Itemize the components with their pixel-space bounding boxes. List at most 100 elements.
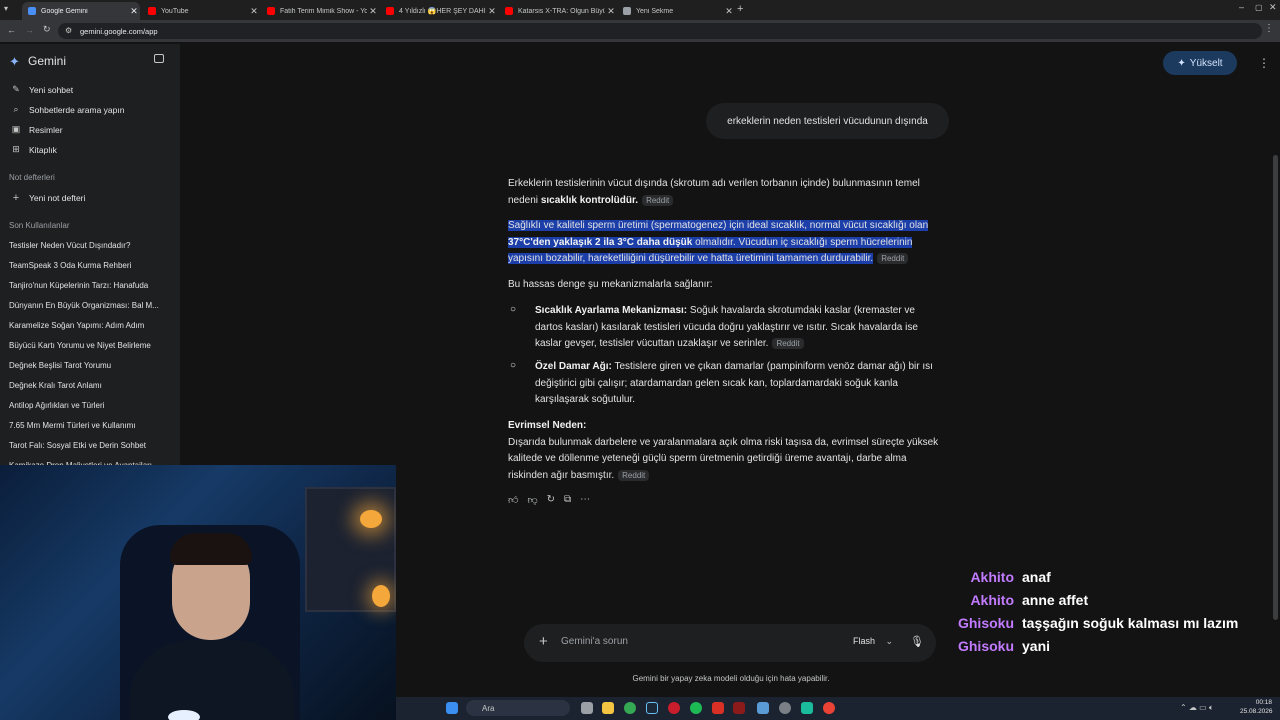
sidebar-item-library[interactable]: ⊞ Kitaplık <box>9 144 57 155</box>
tray-icons[interactable]: ⌃ ☁ ▭ 🔈︎ <box>1180 703 1214 713</box>
recent-chat-item[interactable]: Büyücü Kartı Yorumu ve Niyet Belirleme <box>9 341 174 350</box>
tab-close-icon[interactable]: ✕ <box>723 6 735 17</box>
recent-chat-item[interactable]: Değnek Beşlisi Tarot Yorumu <box>9 361 174 370</box>
prompt-input-bar[interactable]: + Gemini'a sorun Flash ⌄ 🎙︎ <box>524 624 936 662</box>
chat-username: Ghisoku <box>957 638 1014 654</box>
tab-menu-icon[interactable]: ▾ <box>4 4 14 14</box>
prompt-input[interactable]: Gemini'a sorun <box>561 636 628 647</box>
address-bar[interactable]: ⚙ gemini.google.com/app <box>58 23 1262 39</box>
microphone-icon[interactable]: 🎙︎ <box>910 635 924 648</box>
image-icon: ▣ <box>11 124 21 134</box>
close-window-icon[interactable]: ✕ <box>1269 2 1277 13</box>
new-notebook-label: Yeni not defteri <box>29 193 86 203</box>
tab-close-icon[interactable]: ✕ <box>605 6 617 17</box>
opera-icon[interactable] <box>668 702 680 714</box>
app-icon-active[interactable] <box>733 702 745 714</box>
source-chip[interactable]: Reddit <box>877 253 909 264</box>
browser-tab[interactable]: Google Gemini ✕ <box>22 2 140 20</box>
recent-chat-item[interactable]: Değnek Kralı Tarot Anlamı <box>9 381 174 390</box>
settings-icon[interactable] <box>779 702 791 714</box>
spotify-icon[interactable] <box>690 702 702 714</box>
file-explorer-icon[interactable] <box>602 702 614 714</box>
model-label: Flash <box>853 636 876 646</box>
start-icon[interactable] <box>446 702 458 714</box>
forward-icon[interactable]: → <box>25 25 34 35</box>
library-icon: ⊞ <box>12 144 20 154</box>
chrome-icon[interactable] <box>823 702 835 714</box>
recent-chat-item[interactable]: TeamSpeak 3 Oda Kurma Rehberi <box>9 261 174 270</box>
minimize-icon[interactable]: – <box>1239 2 1244 12</box>
model-selector[interactable]: Flash ⌄ <box>853 636 893 647</box>
site-info-icon[interactable]: ⚙ <box>65 26 72 35</box>
recent-chat-item[interactable]: Testisler Neden Vücut Dışındadır? <box>9 241 174 250</box>
thumbs-up-icon[interactable]: 👍︎ <box>508 494 518 506</box>
tab-close-icon[interactable]: ✕ <box>128 6 140 17</box>
person-hair <box>170 533 252 565</box>
app-icon[interactable] <box>757 702 769 714</box>
browser-tab[interactable]: Katarsis X-TRA: Olgun Büyük T✕ <box>499 2 617 20</box>
clock-time[interactable]: 00:18 <box>1250 699 1272 706</box>
copy-icon[interactable]: ⧉ <box>564 494 571 506</box>
thumbs-down-icon[interactable]: 👎︎ <box>527 494 537 506</box>
scrollbar[interactable] <box>1273 155 1278 620</box>
more-options-icon[interactable]: ⋮ <box>1258 56 1270 70</box>
recent-chat-item[interactable]: Tanjiro'nun Küpelerinin Tarzı: Hanafuda <box>9 281 174 290</box>
more-icon[interactable]: ⋯ <box>580 494 590 506</box>
recent-chat-item[interactable]: 7.65 Mm Mermi Türleri ve Kullanımı <box>9 421 174 430</box>
recent-chat-item[interactable]: Dünyanın En Büyük Organizması: Bal M... <box>9 301 174 310</box>
sidebar-item-images[interactable]: ▣ Resimler <box>9 124 63 135</box>
gemini-logo-icon: ✦ <box>9 54 20 69</box>
app-name: Gemini <box>28 54 67 68</box>
intro-bold: sıcaklık kontrolüdür. <box>540 194 639 206</box>
add-icon[interactable]: + <box>539 633 548 650</box>
recent-chat-item[interactable]: Antilop Ağırlıkları ve Türleri <box>9 401 174 410</box>
selected-line-2: olmalıdır. Vücudun iç sıcaklığı sperm hü… <box>692 236 913 248</box>
sidebar-item-new-chat[interactable]: ✎ Yeni sohbet <box>9 84 73 95</box>
plus-icon: + <box>12 192 20 204</box>
maximize-icon[interactable]: ▢ <box>1255 3 1263 12</box>
browser-tab[interactable]: Fatih Terim Mimik Show - YouTu✕ <box>261 2 379 20</box>
source-chip[interactable]: Reddit <box>618 469 650 481</box>
browser-tab[interactable]: Yeni Sekme ✕ <box>617 2 735 20</box>
sidebar-item-search[interactable]: ⌕ Sohbetlerde arama yapın <box>9 104 124 115</box>
chrome-icon[interactable] <box>624 702 636 714</box>
tab-favicon-icon <box>148 7 156 15</box>
recent-chat-item[interactable]: Karamelize Soğan Yapımı: Adım Adım <box>9 321 174 330</box>
tab-close-icon[interactable]: ✕ <box>248 6 260 17</box>
edit-icon: ✎ <box>12 84 20 94</box>
browser-tab[interactable]: YouTube ✕ <box>142 2 260 20</box>
browser-menu-icon[interactable]: ⋮ <box>1264 23 1274 34</box>
chat-message: Ghisoku taşşağın soğuk kalması mı lazım <box>944 615 1238 631</box>
app-icon[interactable] <box>801 702 813 714</box>
tab-strip: ▾ Google Gemini ✕ YouTube ✕ Fatih Terim Mimi… <box>0 0 1280 20</box>
person-body <box>130 640 295 720</box>
taskbar-search[interactable]: Ara <box>466 700 570 716</box>
notebooks-heading: Not defterleri <box>9 173 55 182</box>
clock-date[interactable]: 25.08.2026 <box>1240 708 1273 715</box>
new-notebook-button[interactable]: + Yeni not defteri <box>9 192 86 204</box>
steam-icon[interactable] <box>646 702 658 714</box>
chat-text: anne affet <box>1022 592 1089 608</box>
bullet-line: kaslar gevşer, testisler vücuttan uzakla… <box>535 338 769 349</box>
chat-text: yani <box>1022 638 1051 654</box>
upgrade-button[interactable]: ✦ Yükselt <box>1163 51 1237 75</box>
source-chip[interactable]: Reddit <box>772 338 804 349</box>
chevron-down-icon: ⌄ <box>885 636 894 646</box>
app-icon[interactable] <box>712 702 724 714</box>
browser-tab[interactable]: 4 Yıldızlı 😱HER ŞEY DAHİL TAT✕ <box>380 2 498 20</box>
chat-username: Ghisoku <box>957 615 1014 631</box>
tab-close-icon[interactable]: ✕ <box>486 6 498 17</box>
task-view-icon[interactable] <box>581 702 593 714</box>
chat-text: taşşağın soğuk kalması mı lazım <box>1022 615 1239 631</box>
collapse-sidebar-icon[interactable] <box>154 54 164 63</box>
regenerate-icon[interactable]: ↻ <box>547 494 555 506</box>
chat-message: Akhito anaf <box>944 569 1051 585</box>
chat-text: anaf <box>1022 569 1051 585</box>
back-icon[interactable]: ← <box>7 25 16 35</box>
reload-icon[interactable]: ↻ <box>43 24 51 35</box>
selected-bold: 37°C'den yaklaşık 2 ila 3°C daha düşük <box>508 236 693 248</box>
tab-close-icon[interactable]: ✕ <box>367 6 379 17</box>
recent-chat-item[interactable]: Tarot Falı: Sosyal Etki ve Derin Sohbet <box>9 441 174 450</box>
source-chip[interactable]: Reddit <box>642 194 674 206</box>
new-tab-icon[interactable]: + <box>737 3 743 15</box>
